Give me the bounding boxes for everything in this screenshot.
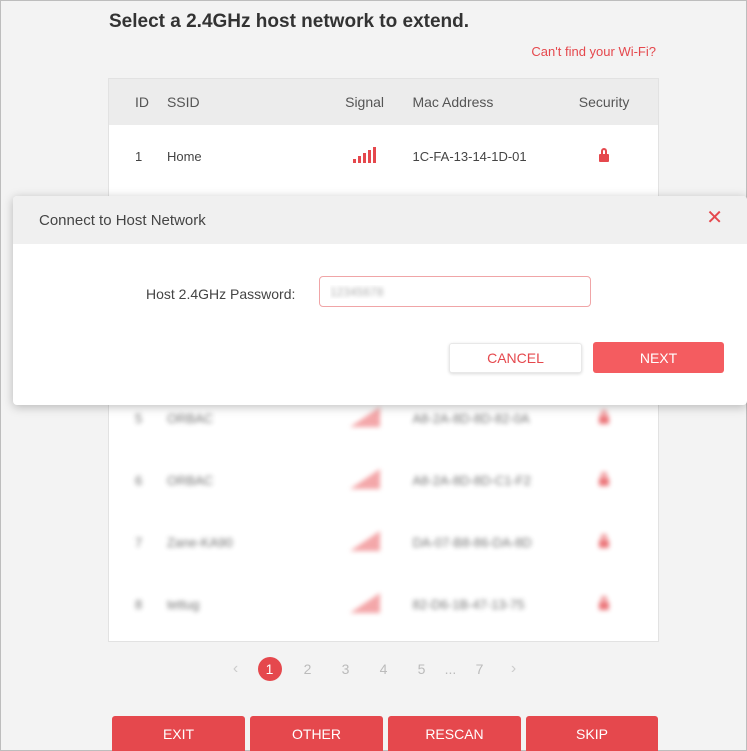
- table-row[interactable]: 7 Zane-KA90 DA-07-B8-86-DA-8D: [109, 511, 658, 573]
- page-7[interactable]: 7: [461, 661, 499, 677]
- exit-button[interactable]: EXIT: [112, 716, 245, 751]
- cant-find-wifi-link[interactable]: Can't find your Wi-Fi?: [531, 44, 656, 59]
- row-mac: A8-2A-8D-8D-C1-F2: [412, 472, 531, 488]
- row-ssid: tettug: [166, 596, 200, 612]
- lock-icon: [599, 409, 610, 424]
- row-id: 7: [135, 534, 143, 550]
- row-mac: 82-D6-1B-47-13-75: [412, 596, 525, 612]
- signal-strength-icon: [349, 468, 380, 489]
- password-input[interactable]: [319, 276, 591, 307]
- header-signal: Signal: [345, 94, 385, 110]
- signal-strength-icon: [349, 592, 380, 613]
- pagination: ‹ 1 2 3 4 5 ... 7 ›: [1, 654, 747, 684]
- skip-button[interactable]: SKIP: [526, 716, 658, 751]
- table-row[interactable]: 6 ORBAC A8-2A-8D-8D-C1-F2: [109, 449, 658, 511]
- lock-icon: [599, 595, 610, 610]
- password-label: Host 2.4GHz Password:: [146, 286, 296, 302]
- row-ssid: Home: [166, 148, 202, 164]
- row-ssid: Zane-KA90: [166, 534, 233, 550]
- cancel-button[interactable]: CANCEL: [449, 343, 582, 373]
- signal-strength-icon: [349, 406, 380, 427]
- lock-icon: [599, 533, 610, 548]
- page-2[interactable]: 2: [289, 661, 327, 677]
- row-id: 8: [135, 596, 143, 612]
- page-5[interactable]: 5: [403, 661, 441, 677]
- row-mac: DA-07-B8-86-DA-8D: [412, 534, 532, 550]
- header-ssid: SSID: [166, 94, 200, 110]
- page-3[interactable]: 3: [327, 661, 365, 677]
- row-mac: 1C-FA-13-14-1D-01: [412, 148, 527, 164]
- row-id: 5: [135, 410, 143, 426]
- rescan-button[interactable]: RESCAN: [388, 716, 521, 751]
- lock-icon: [599, 147, 610, 162]
- row-id: 1: [135, 148, 143, 164]
- signal-strength-icon: [353, 146, 377, 163]
- modal-header: Connect to Host Network ✕: [13, 196, 747, 244]
- close-icon[interactable]: ✕: [706, 208, 723, 228]
- blurred-rows: 5 ORBAC A8-2A-8D-8D-82-0A 6 ORBAC A8-2A-…: [109, 387, 658, 635]
- signal-strength-icon: [349, 530, 380, 551]
- modal-title: Connect to Host Network: [39, 211, 206, 229]
- row-ssid: ORBAC: [166, 410, 214, 426]
- header-security: Security: [578, 94, 630, 110]
- table-row[interactable]: 8 tettug 82-D6-1B-47-13-75: [109, 573, 658, 635]
- lock-icon: [599, 471, 610, 486]
- row-mac: A8-2A-8D-8D-82-0A: [412, 410, 530, 426]
- prev-page-icon[interactable]: ‹: [221, 660, 251, 678]
- row-ssid: ORBAC: [166, 472, 214, 488]
- table-row[interactable]: 1 Home 1C-FA-13-14-1D-01: [109, 125, 658, 187]
- connect-host-modal: Connect to Host Network ✕ Host 2.4GHz Pa…: [13, 196, 747, 405]
- row-id: 6: [135, 472, 143, 488]
- other-button[interactable]: OTHER: [250, 716, 383, 751]
- next-page-icon[interactable]: ›: [499, 660, 529, 678]
- page-title: Select a 2.4GHz host network to extend.: [109, 11, 470, 32]
- header-mac: Mac Address: [412, 94, 494, 110]
- page-4[interactable]: 4: [365, 661, 403, 677]
- pagination-ellipsis: ...: [444, 661, 457, 677]
- bottom-button-bar: EXIT OTHER RESCAN SKIP: [112, 716, 658, 751]
- header-id: ID: [135, 94, 149, 110]
- page-1[interactable]: 1: [257, 657, 282, 681]
- next-button[interactable]: NEXT: [593, 342, 724, 373]
- table-header: ID SSID Signal Mac Address Security: [109, 79, 658, 125]
